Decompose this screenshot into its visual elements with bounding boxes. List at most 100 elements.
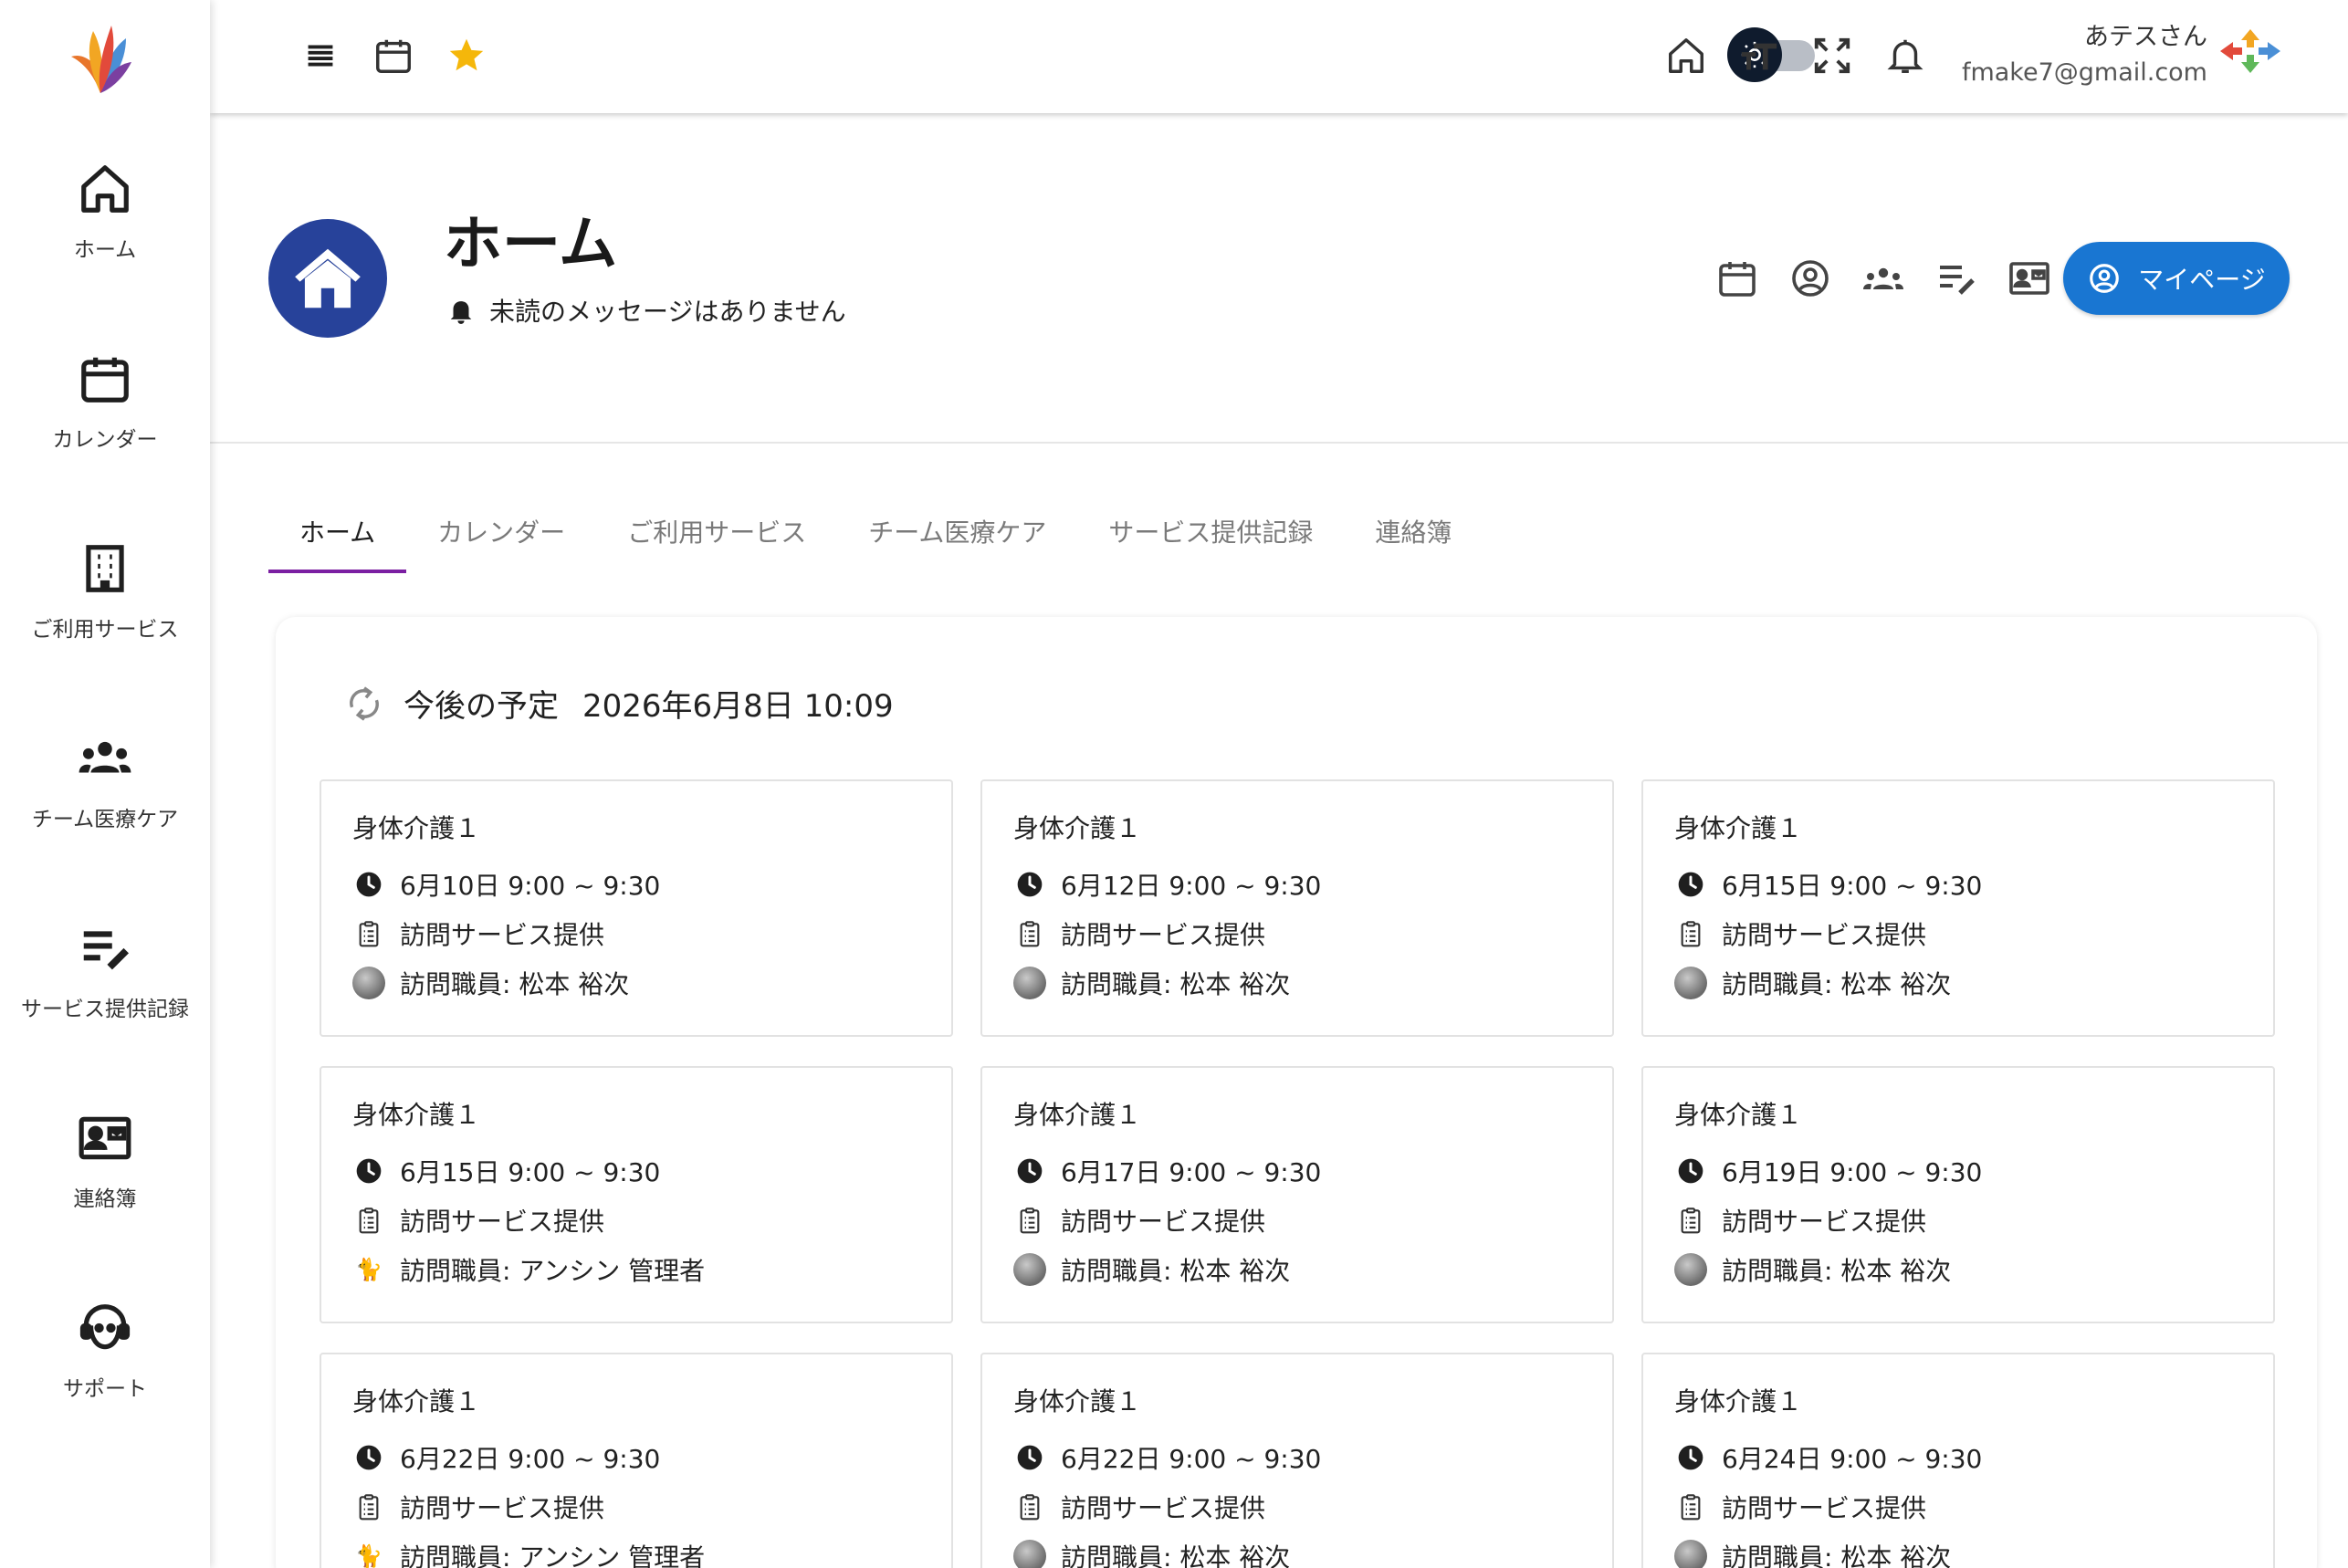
clipboard-icon [359,1494,379,1521]
tab-calendar[interactable]: カレンダー [406,500,596,573]
appointment-service: 訪問サービス提供 [1061,1493,1266,1523]
contact-card-icon [79,1116,131,1160]
quick-calendar-button[interactable] [1711,252,1764,305]
notifications-button[interactable] [1881,31,1930,80]
quick-contact-book-button[interactable] [2003,252,2056,305]
appointment-card[interactable]: 身体介護１ 6月15日 9:00 ~ 9:30 訪問サービス提供 訪問職員: 松… [1641,779,2275,1037]
user-name: あテスさん [2084,23,2207,51]
appointment-time: 6月22日 9:00 ~ 9:30 [400,1444,661,1474]
sidebar-item-label: ホーム [73,238,137,262]
staff-avatar [1674,1540,1707,1568]
calendar-shortcut-button[interactable] [369,31,418,80]
appointment-card[interactable]: 身体介護１ 6月17日 9:00 ~ 9:30 訪問サービス提供 訪問職員: 松… [980,1066,1614,1323]
bell-icon [450,301,472,324]
staff-avatar [1674,967,1707,999]
appointment-staff-row: 訪問職員: 松本 裕次 [1013,964,1581,1002]
clipboard-icon [1681,1207,1701,1234]
tab-services[interactable]: ご利用サービス [596,500,837,573]
sidebar-item-label: カレンダー [52,428,158,452]
mypage-button[interactable]: マイページ [2063,242,2290,315]
sidebar-item-contact-book[interactable]: 連絡簿 [0,1110,210,1247]
appointment-card[interactable]: 身体介護１ 6月15日 9:00 ~ 9:30 訪問サービス提供 🐈 訪問職員:… [320,1066,953,1323]
appointment-time-row: 6月17日 9:00 ~ 9:30 [1013,1152,1581,1190]
appointment-card[interactable]: 身体介護１ 6月19日 9:00 ~ 9:30 訪問サービス提供 訪問職員: 松… [1641,1066,2275,1323]
contact-card-icon [2009,262,2049,295]
appointment-service-row: 訪問サービス提供 [1674,915,2242,953]
app-page: ホーム カレンダー ご利用サービス チーム医療ケア サービス提供記録 連絡簿 サ… [0,0,2348,1568]
font-size-button[interactable] [1735,31,1784,80]
appointment-service: 訪問サービス提供 [400,1207,605,1237]
clipboard-icon [1020,1494,1040,1521]
sidebar-item-label: サービス提供記録 [21,998,189,1021]
appointment-time-row: 6月15日 9:00 ~ 9:30 [1674,865,2242,904]
appointment-card[interactable]: 身体介護１ 6月10日 9:00 ~ 9:30 訪問サービス提供 訪問職員: 松… [320,779,953,1037]
sidebar: ホーム カレンダー ご利用サービス チーム医療ケア サービス提供記録 連絡簿 サ… [0,0,210,1568]
menu-button[interactable] [296,31,345,80]
sidebar-item-support[interactable]: サポート [0,1300,210,1437]
schedule-datetime: 2026年6月8日 10:09 [582,688,894,725]
appointment-time-row: 6月10日 9:00 ~ 9:30 [352,865,920,904]
appointment-service-row: 訪問サービス提供 [352,1488,920,1526]
appointment-card[interactable]: 身体介護１ 6月24日 9:00 ~ 9:30 訪問サービス提供 訪問職員: 松… [1641,1353,2275,1568]
group-icon [79,741,131,773]
appointment-service: 訪問サービス提供 [1722,920,1927,950]
sidebar-item-team-care[interactable]: チーム医療ケア [0,730,210,867]
tab-contact-book[interactable]: 連絡簿 [1344,500,1483,573]
home-button[interactable] [1661,31,1711,80]
clipboard-icon [1020,1207,1040,1234]
tab-home[interactable]: ホーム [268,500,407,573]
clipboard-icon [1020,921,1040,947]
page-avatar [268,219,387,338]
account-circle-icon [2090,264,2120,293]
top-header: あテスさん fmake7@gmail.com [210,0,2348,113]
edit-note-icon [83,931,129,970]
appointment-staff: 訪問職員: 松本 裕次 [1722,969,1952,999]
favorites-button[interactable] [442,31,491,80]
account-circle-icon [1792,260,1829,297]
brand-logo[interactable] [66,16,135,95]
schedule-header: 今後の予定 2026年6月8日 10:09 [343,681,894,726]
tab-team-care[interactable]: チーム医療ケア [837,500,1077,573]
user-email: fmake7@gmail.com [1961,58,2207,87]
appointment-card[interactable]: 身体介護１ 6月22日 9:00 ~ 9:30 訪問サービス提供 🐈 訪問職員:… [320,1353,953,1568]
fullscreen-button[interactable] [1808,31,1857,80]
appointment-staff: 訪問職員: 松本 裕次 [1722,1256,1952,1286]
sidebar-item-service-records[interactable]: サービス提供記録 [0,920,210,1057]
sidebar-item-label: サポート [63,1377,147,1401]
appointment-service-row: 訪問サービス提供 [1013,915,1581,953]
appointment-staff-row: 🐈 訪問職員: アンシン 管理者 [352,1250,920,1289]
sidebar-item-label: 連絡簿 [73,1187,137,1211]
sidebar-item-home[interactable]: ホーム [0,161,210,298]
appointment-service: 訪問サービス提供 [400,1493,605,1523]
staff-avatar-image: 🐈 [355,1543,383,1568]
quick-profile-button[interactable] [1784,252,1837,305]
refresh-icon[interactable] [343,683,385,725]
staff-avatar-image [1674,1253,1707,1286]
appointment-title: 身体介護１ [1013,1100,1142,1130]
staff-avatar [1013,1540,1046,1568]
sidebar-item-services[interactable]: ご利用サービス [0,540,210,677]
home-icon [1669,38,1703,73]
appointment-service: 訪問サービス提供 [400,920,605,950]
menu-icon [308,45,333,67]
clock-icon [356,1158,382,1184]
staff-avatar-image: 🐈 [355,1257,383,1282]
edit-note-icon [1940,266,1975,295]
page-title: ホーム [444,211,618,278]
appointment-title: 身体介護１ [1674,1100,1803,1130]
tab-service-records[interactable]: サービス提供記録 [1077,500,1344,573]
account-menu-logo[interactable] [2215,26,2286,77]
appointment-card[interactable]: 身体介護１ 6月22日 9:00 ~ 9:30 訪問サービス提供 訪問職員: 松… [980,1353,1614,1568]
appointment-title: 身体介護１ [1013,813,1142,843]
quick-actions [1711,252,2076,305]
appointment-card[interactable]: 身体介護１ 6月12日 9:00 ~ 9:30 訪問サービス提供 訪問職員: 松… [980,779,1614,1037]
appointment-time-row: 6月12日 9:00 ~ 9:30 [1013,865,1581,904]
appointment-staff-row: 訪問職員: 松本 裕次 [352,964,920,1002]
sidebar-item-calendar[interactable]: カレンダー [0,350,210,487]
quick-team-button[interactable] [1857,252,1910,305]
appointment-staff-row: 訪問職員: 松本 裕次 [1674,1250,2242,1289]
appointment-title: 身体介護１ [1674,1386,1803,1416]
clock-icon [1017,1158,1043,1184]
staff-avatar-image [1674,967,1707,999]
quick-records-button[interactable] [1930,252,1983,305]
